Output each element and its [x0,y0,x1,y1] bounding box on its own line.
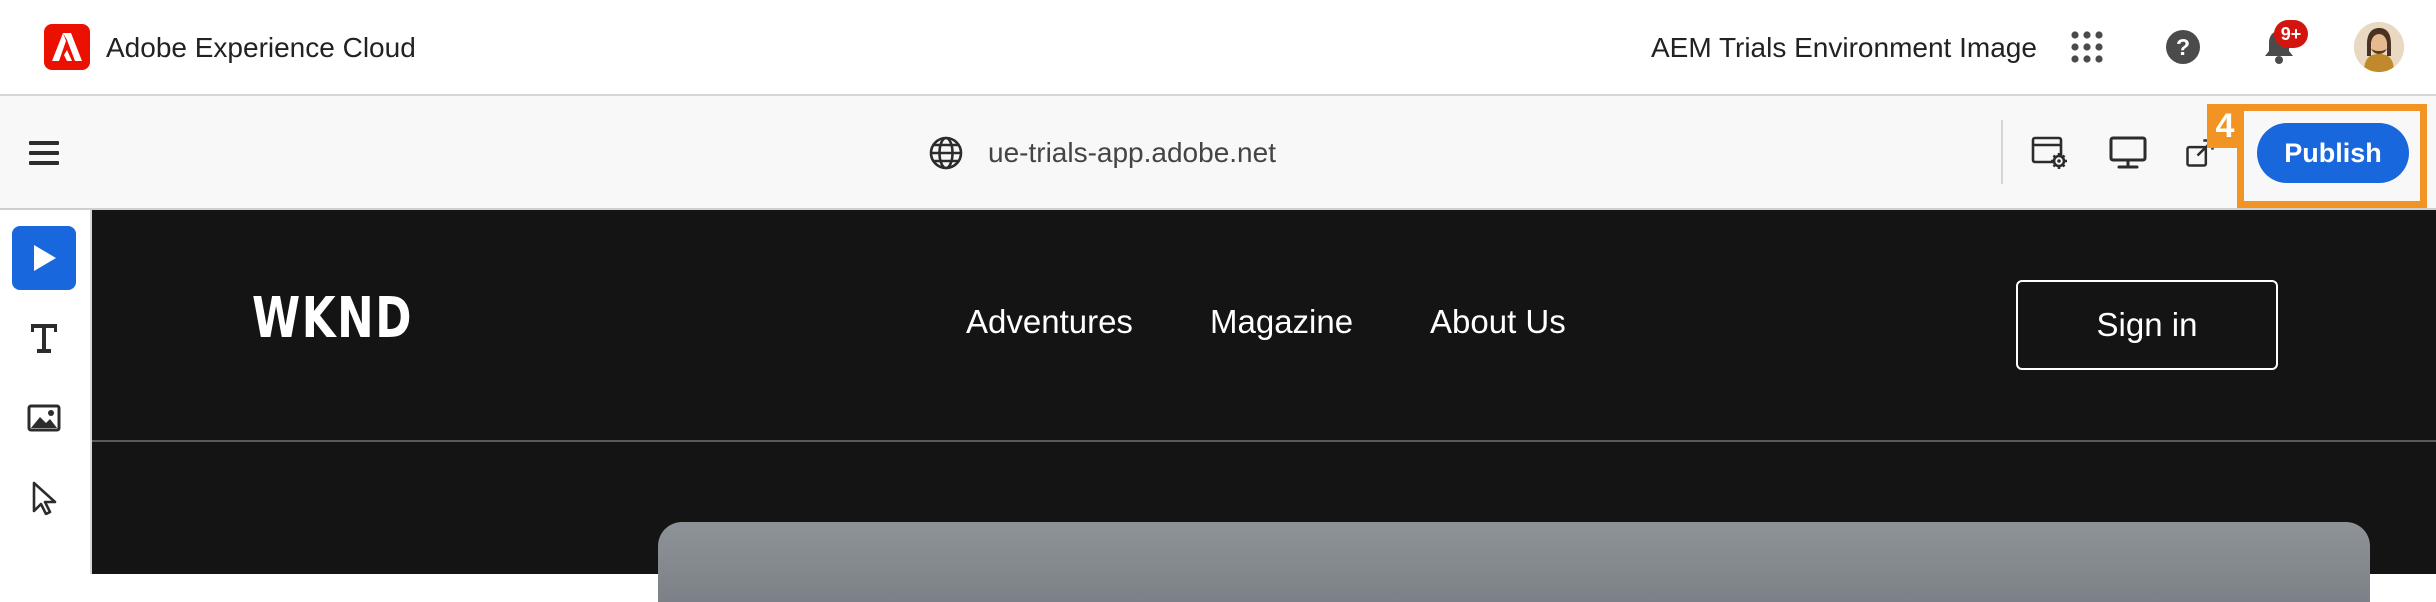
site-logo[interactable]: WKND [252,286,413,351]
nav-adventures[interactable]: Adventures [966,302,1133,342]
image-icon[interactable] [12,386,76,450]
editor-toolbar: ue-trials-app.adobe.net Publish [0,96,2436,210]
publish-highlight-frame [2237,104,2427,208]
globe-icon [921,128,971,178]
step-number-badge: 4 [2207,104,2243,148]
avatar[interactable] [2354,22,2404,72]
site-preview-canvas[interactable]: WKND Adventures Magazine About Us Sign i… [92,210,2436,602]
shell-header: Adobe Experience Cloud AEM Trials Enviro… [0,0,2436,96]
sign-in-button[interactable]: Sign in [2016,280,2278,370]
toolbar-divider [2001,120,2003,184]
product-brand[interactable]: Adobe Experience Cloud [106,28,416,68]
preview-icon[interactable] [12,226,76,290]
page-properties-icon[interactable] [2025,128,2075,178]
notification-badge: 9+ [2274,20,2308,48]
select-pointer-icon[interactable] [12,466,76,530]
hero-image[interactable] [658,522,2370,602]
site-header-divider [92,440,2436,442]
desktop-icon[interactable] [2103,128,2153,178]
adobe-logo-icon[interactable] [44,24,90,70]
page-url[interactable]: ue-trials-app.adobe.net [988,136,1276,170]
text-icon[interactable] [12,306,76,370]
editor-tool-rail [0,210,92,574]
nav-magazine[interactable]: Magazine [1210,302,1353,342]
app-switcher-icon[interactable] [2064,24,2110,70]
help-icon[interactable]: ? [2160,24,2206,70]
hamburger-menu-icon[interactable] [19,128,69,178]
nav-about-us[interactable]: About Us [1430,302,1566,342]
environment-name[interactable]: AEM Trials Environment Image [1651,28,2037,68]
svg-text:?: ? [2176,34,2190,60]
